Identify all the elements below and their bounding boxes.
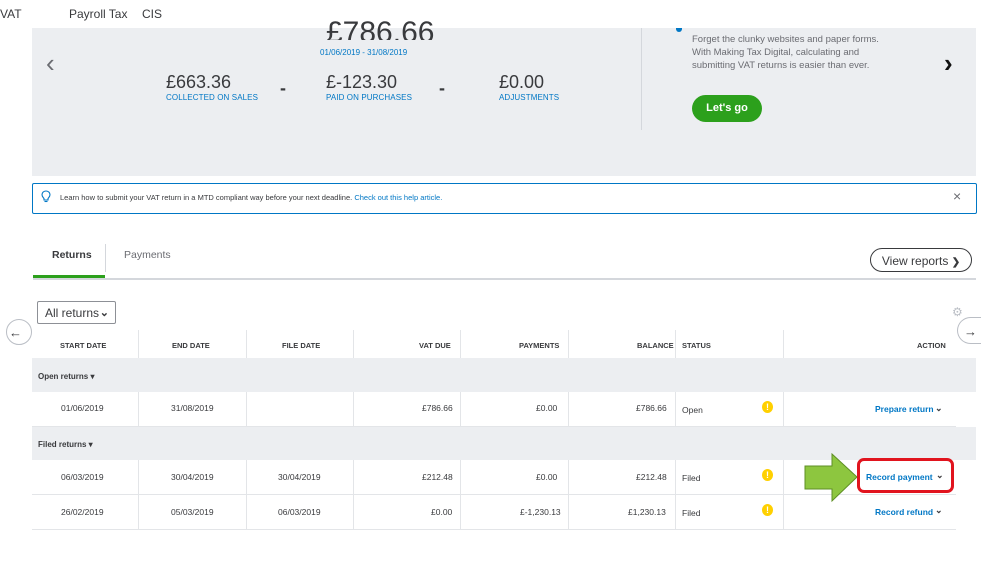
tab-payments[interactable]: Payments bbox=[124, 249, 171, 261]
promo-line: With Making Tax Digital, calculating and bbox=[692, 47, 860, 58]
left-arrow-icon: ← bbox=[9, 325, 22, 340]
cell-vat-due: £212.48 bbox=[422, 472, 453, 482]
row-divider bbox=[32, 529, 956, 530]
cell-status: Open bbox=[682, 405, 703, 415]
tab-returns[interactable]: Returns bbox=[52, 249, 92, 261]
scroll-right-button[interactable]: → bbox=[957, 317, 981, 344]
column-header-status[interactable]: STATUS bbox=[682, 341, 711, 350]
cell-status: Filed bbox=[682, 508, 701, 518]
adjustments-amount: £0.00 bbox=[499, 72, 545, 92]
cell-payments: £-1,230.13 bbox=[520, 507, 561, 517]
tab-payroll-tax[interactable]: Payroll Tax bbox=[69, 7, 127, 21]
cell-file-date: 30/04/2019 bbox=[278, 472, 321, 482]
cell-payments: £0.00 bbox=[536, 403, 558, 413]
promo-text: Forget the clunky websites and paper for… bbox=[692, 33, 879, 72]
prepare-return-link[interactable]: Prepare return bbox=[875, 404, 934, 414]
banner-text: Learn how to submit your VAT return in a… bbox=[60, 193, 353, 202]
group-label[interactable]: Open returns ▾ bbox=[38, 372, 94, 381]
column-header-end-date[interactable]: END DATE bbox=[172, 341, 210, 350]
previous-arrow-icon[interactable]: ‹ bbox=[46, 48, 55, 79]
returns-filter-select[interactable]: All returns ⌄ bbox=[37, 301, 116, 324]
cell-balance: £786.66 bbox=[636, 403, 667, 413]
cell-status: Filed bbox=[682, 473, 701, 483]
vat-period: 01/06/2019 - 31/08/2019 bbox=[320, 48, 408, 57]
help-article-link[interactable]: Check out this help article. bbox=[354, 193, 442, 202]
column-header-balance[interactable]: BALANCE bbox=[637, 341, 674, 350]
paid-amount: £-123.30 bbox=[326, 72, 398, 92]
tab-vat[interactable]: VAT bbox=[0, 7, 22, 21]
column-header-file-date[interactable]: FILE DATE bbox=[282, 341, 320, 350]
vat-total-amount: £786.66 bbox=[326, 16, 435, 40]
adjustments-label: ADJUSTMENTS bbox=[499, 93, 560, 102]
column-header-start-date[interactable]: START DATE bbox=[60, 341, 106, 350]
promo-line: submitting VAT returns is easier than ev… bbox=[692, 60, 870, 71]
gear-icon[interactable]: ⚙ bbox=[952, 305, 963, 319]
group-label[interactable]: Filed returns ▾ bbox=[38, 440, 93, 449]
cell-start-date: 01/06/2019 bbox=[61, 403, 104, 413]
cell-vat-due: £0.00 bbox=[431, 507, 453, 517]
cell-balance: £212.48 bbox=[636, 472, 667, 482]
record-payment-highlight bbox=[857, 458, 954, 493]
callout-arrow-icon bbox=[804, 453, 858, 503]
lets-go-button[interactable]: Let's go bbox=[692, 95, 762, 122]
tab-divider bbox=[105, 244, 106, 272]
view-reports-button[interactable]: View reports ❯ bbox=[870, 248, 972, 272]
collected-amount: £663.36 bbox=[166, 72, 232, 92]
lightbulb-icon bbox=[41, 190, 51, 203]
scroll-left-button[interactable]: ← bbox=[6, 319, 32, 345]
right-arrow-icon: → bbox=[964, 324, 977, 339]
paid-label: PAID ON PURCHASES bbox=[326, 93, 413, 102]
minus-operator: - bbox=[439, 78, 445, 98]
group-header-open-returns[interactable] bbox=[32, 358, 976, 392]
cell-balance: £1,230.13 bbox=[628, 507, 666, 517]
close-icon[interactable]: × bbox=[953, 188, 961, 204]
chevron-down-icon: ⌄ bbox=[99, 307, 109, 319]
chevron-down-icon[interactable]: ⌄ bbox=[935, 505, 943, 516]
tab-cis[interactable]: CIS bbox=[142, 7, 162, 21]
cell-vat-due: £786.66 bbox=[422, 403, 453, 413]
column-header-vat-due[interactable]: VAT DUE bbox=[419, 341, 451, 350]
cell-end-date: 30/04/2019 bbox=[171, 472, 214, 482]
collected-label: COLLECTED ON SALES bbox=[166, 93, 259, 102]
cell-start-date: 26/02/2019 bbox=[61, 507, 104, 517]
cell-end-date: 05/03/2019 bbox=[171, 507, 214, 517]
promo-line: Forget the clunky websites and paper for… bbox=[692, 34, 879, 45]
record-refund-link[interactable]: Record refund bbox=[875, 507, 933, 517]
column-header-action: ACTION bbox=[917, 341, 946, 350]
view-reports-label: View reports bbox=[881, 254, 949, 268]
top-tab-bar: VAT Payroll Tax CIS bbox=[0, 0, 999, 28]
column-header-payments[interactable]: PAYMENTS bbox=[519, 341, 559, 350]
banner-message: Learn how to submit your VAT return in a… bbox=[60, 193, 442, 202]
warning-icon[interactable]: ! bbox=[762, 401, 773, 413]
warning-icon[interactable]: ! bbox=[762, 469, 773, 481]
chevron-down-icon: ❯ bbox=[951, 257, 961, 268]
chevron-down-icon[interactable]: ⌄ bbox=[935, 403, 943, 414]
cell-start-date: 06/03/2019 bbox=[61, 472, 104, 482]
cell-payments: £0.00 bbox=[536, 472, 558, 482]
panel-divider bbox=[641, 28, 642, 130]
filter-value: All returns bbox=[45, 306, 100, 320]
cell-end-date: 31/08/2019 bbox=[171, 403, 214, 413]
tabs-baseline bbox=[33, 278, 976, 280]
minus-operator: - bbox=[280, 78, 286, 98]
next-arrow-icon[interactable]: › bbox=[944, 48, 953, 79]
cell-file-date: 06/03/2019 bbox=[278, 507, 321, 517]
warning-icon[interactable]: ! bbox=[762, 504, 773, 516]
